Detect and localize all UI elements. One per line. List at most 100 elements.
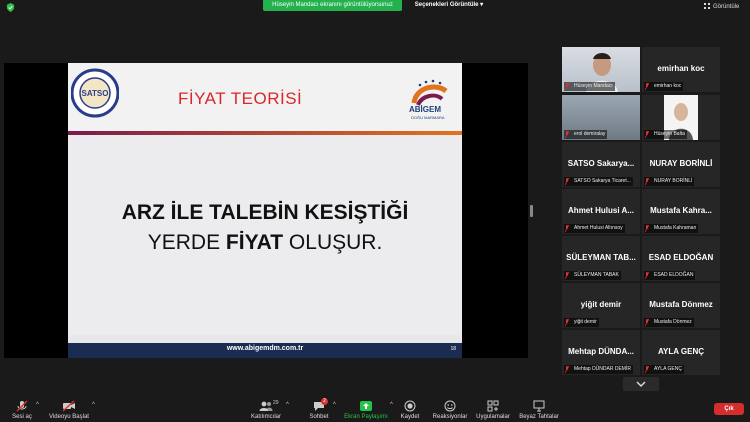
- participant-display-name: SÜLEYMAN TAB...: [566, 253, 636, 262]
- chat-unread-badge: 2: [321, 398, 328, 405]
- participants-label: Katılımcılar: [250, 414, 281, 420]
- participant-name-label: Mustafa Dönmez: [644, 318, 694, 327]
- view-button-label: Görüntüle: [713, 4, 740, 10]
- start-video-button[interactable]: Videoyu Başlat: [48, 400, 90, 420]
- chat-button[interactable]: Sohbet: [306, 400, 332, 420]
- view-options-menu[interactable]: Seçenekleri Görüntüle ▾: [412, 0, 486, 11]
- participant-display-name: emirhan koc: [657, 64, 705, 73]
- record-label: Kaydet: [400, 414, 420, 420]
- audio-options-caret[interactable]: ^: [36, 402, 39, 408]
- participant-name-label: SATSO Sakarya Ticaret...: [564, 177, 633, 186]
- slide-text-line-1: ARZ İLE TALEBİN KESİŞTİĞİ: [121, 201, 409, 224]
- unmute-label: Sesi aç: [12, 414, 32, 420]
- participants-options-caret[interactable]: ^: [286, 402, 289, 408]
- muted-mic-icon: [645, 225, 649, 232]
- participant-name-label: AYLA GENÇ: [644, 365, 684, 374]
- participant-display-name: yiğit demir: [580, 300, 622, 309]
- muted-mic-icon: [645, 366, 649, 373]
- participant-tile[interactable]: AYLA GENÇ AYLA GENÇ: [642, 330, 720, 375]
- record-button[interactable]: Kaydet: [398, 400, 422, 420]
- participant-name-label: Hüseyin Balta: [644, 130, 687, 139]
- unmute-button[interactable]: Sesi aç: [10, 400, 34, 420]
- slide-text-part: YERDE: [147, 231, 226, 254]
- grid-view-icon: [704, 3, 710, 9]
- muted-mic-icon: [565, 319, 569, 326]
- muted-mic-icon: [645, 319, 649, 326]
- participant-name-label: Mehtap DÜNDAR DEMİR: [564, 365, 633, 374]
- slide-page-number: 18: [450, 346, 456, 352]
- video-off-icon: [62, 400, 75, 412]
- participant-name-label: Ahmet Hulusi Altınsoy: [564, 224, 625, 233]
- participant-name-label: emirhan koc: [644, 82, 684, 91]
- muted-mic-icon: [645, 83, 649, 90]
- abigem-logo-subtext: DOĞU MARMARA: [411, 115, 445, 120]
- muted-mic-icon: [565, 131, 569, 138]
- slide-text-bold: FİYAT: [225, 231, 284, 254]
- svg-text:SATSO: SATSO: [82, 89, 109, 98]
- participant-count: 29: [273, 400, 279, 406]
- participant-display-name: Ahmet Hulusi A...: [568, 206, 634, 215]
- smiley-icon: [444, 400, 456, 412]
- participant-tile[interactable]: yiğit demir yiğit demir: [562, 283, 640, 328]
- view-options-label: Seçenekleri Görüntüle: [414, 2, 479, 8]
- participant-tile[interactable]: ESAD ELDOĞAN ESAD ELDOĞAN: [642, 236, 720, 281]
- presentation-slide: SATSO FİYAT TEORİSİ ABİGEM DOĞU MARMARA …: [68, 63, 462, 358]
- start-video-label: Videoyu Başlat: [49, 414, 89, 420]
- muted-mic-icon: [565, 178, 569, 185]
- chevron-down-icon: ▾: [480, 2, 484, 8]
- gallery-next-page-button[interactable]: [623, 377, 659, 391]
- participant-tile[interactable]: emirhan koc emirhan koc: [642, 47, 720, 92]
- video-options-caret[interactable]: ^: [92, 402, 95, 408]
- muted-mic-icon: [16, 400, 28, 412]
- apps-button[interactable]: Uygulamalar: [474, 400, 512, 420]
- slide-title: FİYAT TEORİSİ: [178, 89, 303, 108]
- participant-tile[interactable]: Mehtap DÜNDA... Mehtap DÜNDAR DEMİR: [562, 330, 640, 375]
- participant-tile[interactable]: SATSO Sakarya... SATSO Sakarya Ticaret...: [562, 142, 640, 187]
- slide-text-part: OLUŞUR.: [283, 231, 383, 254]
- participant-display-name: SATSO Sakarya...: [567, 159, 635, 168]
- participant-tile[interactable]: Mustafa Dönmez Mustafa Dönmez: [642, 283, 720, 328]
- participant-name-label: SÜLEYMAN TABAK: [564, 271, 621, 280]
- muted-mic-icon: [565, 83, 569, 90]
- abigem-logo-text: ABİGEM: [409, 105, 441, 114]
- participant-tile[interactable]: erol demiralay: [562, 95, 640, 140]
- participant-tile[interactable]: SÜLEYMAN TAB... SÜLEYMAN TABAK: [562, 236, 640, 281]
- participant-tile[interactable]: Hüseyin Balta: [642, 95, 720, 140]
- apps-icon: [487, 400, 499, 412]
- chat-options-caret[interactable]: ^: [333, 402, 336, 408]
- share-screen-icon: [360, 401, 372, 411]
- record-icon: [404, 400, 416, 412]
- share-screen-button[interactable]: Ekran Paylaşımı: [343, 400, 389, 420]
- slide-url: www.abigemdm.com.tr: [226, 345, 304, 352]
- apps-label: Uygulamalar: [476, 414, 510, 420]
- panel-resize-handle[interactable]: [530, 205, 533, 217]
- participant-display-name: NURAY BORİNLİ: [649, 159, 713, 168]
- muted-mic-icon: [645, 178, 649, 185]
- participant-tile[interactable]: Hüseyin Mandacı: [562, 47, 640, 92]
- chamber-seal-logo: SATSO: [71, 68, 119, 118]
- participant-name-label: yiğit demir: [564, 318, 599, 327]
- whiteboard-button[interactable]: Beyaz Tahtalar: [518, 400, 560, 420]
- view-button[interactable]: Görüntüle: [704, 2, 748, 12]
- share-options-caret[interactable]: ^: [390, 402, 393, 408]
- screen-share-banner: Hüseyin Mandacı ekranını görüntülüyorsun…: [263, 0, 402, 11]
- chat-label: Sohbet: [309, 414, 329, 420]
- participant-display-name: ESAD ELDOĞAN: [648, 253, 714, 262]
- participant-tile[interactable]: Ahmet Hulusi A... Ahmet Hulusi Altınsoy: [562, 189, 640, 234]
- muted-mic-icon: [565, 272, 569, 279]
- participant-name-label: ESAD ELDOĞAN: [644, 271, 696, 280]
- reactions-button[interactable]: Reaksiyonlar: [432, 400, 468, 420]
- participant-name-label: NURAY BORİNLİ: [644, 177, 695, 186]
- participant-name-label: Mustafa Kahraman: [644, 224, 699, 233]
- muted-mic-icon: [565, 366, 569, 373]
- security-shield-icon[interactable]: [6, 3, 15, 12]
- slide-text-line-2: YERDE FİYAT OLUŞUR.: [68, 231, 462, 255]
- participant-tile[interactable]: Mustafa Kahra... Mustafa Kahraman: [642, 189, 720, 234]
- participant-tile[interactable]: NURAY BORİNLİ NURAY BORİNLİ: [642, 142, 720, 187]
- participant-display-name: Mustafa Kahra...: [650, 206, 712, 215]
- muted-mic-icon: [645, 272, 649, 279]
- participant-display-name: Mustafa Dönmez: [649, 300, 713, 309]
- participant-name-label: Hüseyin Mandacı: [564, 82, 615, 91]
- leave-meeting-button[interactable]: Çık: [714, 403, 744, 415]
- muted-mic-icon: [565, 225, 569, 232]
